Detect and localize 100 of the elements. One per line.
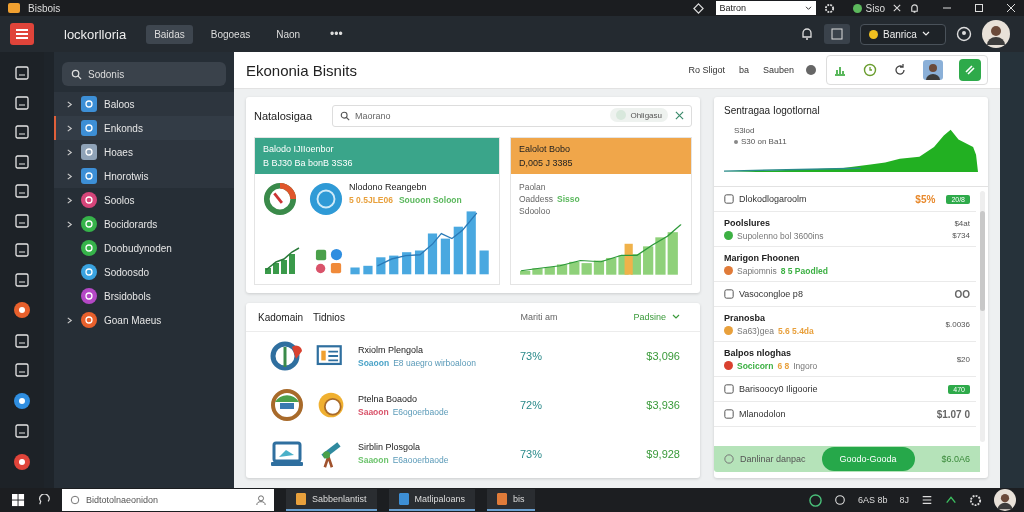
panel-icon[interactable]: [15, 333, 29, 348]
circle-icon: [806, 65, 816, 75]
taskbar-app[interactable]: Matlipaloans: [388, 489, 476, 511]
sidebar-item[interactable]: Baloos: [54, 92, 234, 116]
scrollbar[interactable]: [980, 191, 985, 442]
panel-icon[interactable]: [15, 213, 29, 228]
row-value: $734: [952, 230, 970, 240]
search-field[interactable]: Bidtotolnaeonidon: [62, 489, 274, 511]
user-circle-icon[interactable]: [956, 26, 972, 42]
account-dropdown[interactable]: Banrica: [860, 23, 946, 45]
panel-icon[interactable]: [15, 363, 29, 377]
sidebar-item[interactable]: Bocidorards: [54, 212, 234, 236]
search-field[interactable]: Sodonis: [62, 62, 226, 86]
windows-icon[interactable]: [12, 493, 25, 507]
tray-text: 8J: [899, 495, 909, 505]
chevron-right-icon[interactable]: [66, 220, 73, 228]
profile-dropdown[interactable]: Batron: [715, 1, 816, 15]
nav-tab[interactable]: Baidas: [146, 24, 193, 44]
chevron-right-icon[interactable]: [66, 148, 73, 156]
sidebar-item[interactable]: Hnorotwis: [54, 164, 234, 188]
menu-icon[interactable]: [10, 23, 34, 45]
item-detail: E8 uaegro wirboaloon: [393, 357, 476, 368]
bell-icon[interactable]: [800, 27, 814, 41]
row-detail: 5.6 5.4da: [777, 325, 814, 336]
panel-icon[interactable]: [15, 95, 29, 110]
refresh-icon[interactable]: [893, 63, 907, 77]
card-heading: Ealolot Bobo: [519, 144, 572, 154]
status-dot-icon: [852, 3, 862, 13]
toolbar-button[interactable]: Sauben: [760, 62, 796, 78]
chevron-right-icon[interactable]: [66, 172, 73, 180]
diamond-icon[interactable]: [692, 2, 704, 14]
table-cell-text: 73%: [520, 447, 544, 460]
section-title: Natalosigaa: [254, 110, 314, 122]
row-detail: Sapiomnis: [737, 265, 777, 276]
chevron-up-icon[interactable]: [945, 494, 957, 506]
row-value: $1.07 0: [936, 408, 970, 420]
tag-button[interactable]: [959, 59, 981, 81]
panel-icon[interactable]: [15, 184, 29, 198]
window-title: Bisbois: [28, 2, 61, 14]
circle-icon[interactable]: [14, 302, 30, 318]
sidebar-item[interactable]: Enkonds: [54, 116, 234, 140]
circle-icon[interactable]: [14, 392, 30, 409]
status-label: Siso: [865, 2, 885, 14]
table-title: Kadomain: [258, 311, 304, 323]
square-icon: [724, 289, 734, 299]
sidebar-item[interactable]: Brsidobols: [54, 284, 234, 308]
chevron-right-icon[interactable]: [66, 124, 73, 132]
row-detail: Supolenno bol 3600ins: [737, 230, 824, 241]
page-title: Ekononia Bisnits: [246, 61, 357, 79]
circle-icon[interactable]: [833, 494, 846, 506]
coin-icon: [316, 390, 346, 420]
donut-icon: [263, 182, 297, 216]
more-button[interactable]: •••: [324, 26, 349, 42]
footer-amount: $6.0A6: [941, 454, 970, 464]
nav-tab[interactable]: Naon: [268, 24, 309, 44]
toolbar-button[interactable]: Ro Sligot: [686, 62, 727, 78]
card-figure: Souoon Soloon: [398, 195, 462, 205]
avatar[interactable]: [994, 489, 1016, 511]
maximize-icon[interactable]: [974, 3, 984, 13]
toolbar-button[interactable]: ba: [736, 62, 751, 78]
filter-chip[interactable]: Ohligasu: [610, 108, 668, 122]
panel-icon[interactable]: [15, 154, 29, 169]
card-heading: Balodo IJIIoenbor: [263, 144, 335, 154]
chevron-right-icon[interactable]: [66, 316, 73, 324]
panel-icon[interactable]: [15, 243, 29, 257]
row-label: Barisoocy0 Iligoorie: [739, 384, 818, 394]
panel-icon[interactable]: [15, 424, 29, 438]
sidebar-item[interactable]: Hoaes: [54, 140, 234, 164]
sidebar-item[interactable]: Sodoosdo: [54, 260, 234, 284]
avatar[interactable]: [982, 20, 1010, 48]
chart-label: S3lod: [734, 126, 756, 135]
taskbar-app[interactable]: Sabbenlantist: [286, 489, 377, 511]
avatar[interactable]: [923, 60, 943, 80]
sidebar-item[interactable]: Soolos: [54, 188, 234, 212]
card-figure: 5 0.5JLE06: [349, 195, 393, 205]
panel-icon[interactable]: [15, 272, 29, 287]
chevron-right-icon[interactable]: [66, 196, 73, 204]
taskbar-app[interactable]: bis: [487, 489, 535, 511]
panel-icon[interactable]: [15, 125, 29, 139]
panel-icon[interactable]: [15, 66, 29, 80]
column-header: Mariti am: [520, 312, 558, 322]
person-icon[interactable]: [256, 495, 266, 505]
sort-dropdown[interactable]: Padsine: [627, 311, 686, 323]
grid-button[interactable]: [824, 24, 850, 44]
circle-icon[interactable]: [14, 453, 30, 470]
square-icon: [724, 409, 734, 419]
row-title: Pranosba: [724, 312, 766, 323]
list-icon[interactable]: [921, 494, 933, 506]
gear-icon[interactable]: [969, 493, 982, 507]
chevron-down-icon[interactable]: [804, 5, 812, 11]
row-title: Balpos nloghas: [724, 347, 792, 358]
row-detail: 8 5 Paodled: [780, 265, 828, 276]
chevron-right-icon[interactable]: [66, 100, 73, 108]
card-subheading: B BJ30 Ba bonB 3S36: [263, 158, 354, 168]
panel-title: Sentragaa Iogotlornal: [723, 105, 821, 116]
bell-icon[interactable]: [909, 2, 920, 14]
nav-tab[interactable]: Bogoeas: [202, 24, 259, 44]
gear-icon[interactable]: [823, 2, 835, 14]
sidebar-item[interactable]: Doobudynoden: [54, 236, 234, 260]
sidebar-item[interactable]: Goan Maeus: [54, 308, 234, 332]
